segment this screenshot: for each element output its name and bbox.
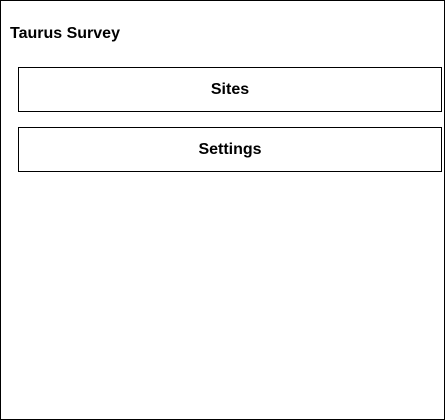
settings-button-label: Settings (198, 140, 262, 158)
app-title: Taurus Survey (10, 25, 120, 42)
settings-button[interactable]: Settings (18, 127, 442, 172)
sites-button[interactable]: Sites (18, 67, 442, 112)
app-window: Taurus Survey Sites Settings (0, 0, 445, 420)
sites-button-label: Sites (210, 80, 250, 98)
